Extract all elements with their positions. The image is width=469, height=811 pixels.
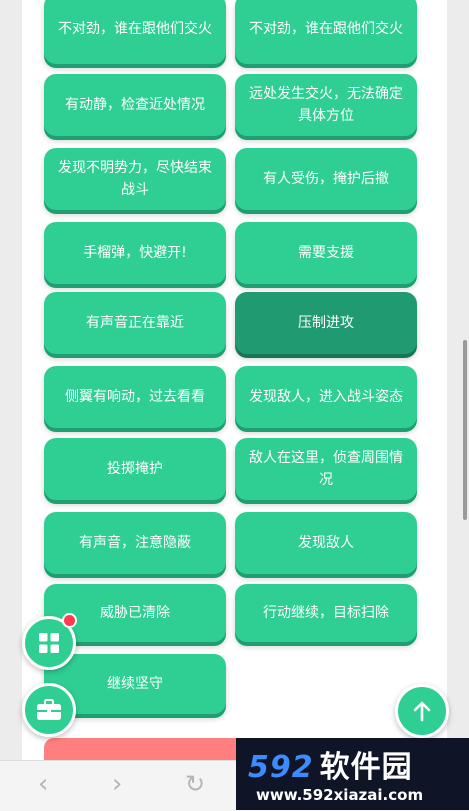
phrase-button[interactable]: 手榴弹，快避开!	[44, 222, 226, 284]
app-page: 不对劲，谁在跟他们交火 不对劲，谁在跟他们交火 有动静，检查近处情况 远处发生交…	[0, 0, 469, 811]
phrase-button[interactable]: 投掷掩护	[44, 438, 226, 500]
arrow-up-icon	[413, 701, 431, 722]
phrase-button[interactable]: 有动静，检查近处情况	[44, 74, 226, 136]
phrase-button[interactable]: 发现敌人	[235, 512, 417, 574]
phrase-label: 远处发生交火，无法确定具体方位	[249, 86, 403, 124]
phrase-label: 侧翼有响动，过去看看	[65, 389, 205, 405]
phrase-label: 发现敌人，进入战斗姿态	[249, 389, 403, 405]
phrase-label: 手榴弹，快避开!	[83, 245, 187, 261]
phrase-button[interactable]: 有人受伤，掩护后撤	[235, 148, 417, 210]
phrase-label: 压制进攻	[298, 315, 354, 331]
phrase-label: 有声音正在靠近	[86, 315, 184, 331]
scroll-top-fab[interactable]	[395, 684, 449, 738]
phrase-button[interactable]: 有声音正在靠近	[44, 292, 226, 354]
phrase-label: 有人受伤，掩护后撤	[263, 171, 389, 187]
phrase-label: 继续坚守	[107, 676, 163, 692]
phrase-button-active[interactable]: 压制进攻	[235, 292, 417, 354]
phrase-label: 不对劲，谁在跟他们交火	[249, 21, 403, 37]
toolbox-fab[interactable]	[22, 683, 76, 737]
refresh-icon[interactable]: ↻	[185, 771, 205, 797]
toolbox-icon	[37, 699, 61, 720]
forward-icon[interactable]: ›	[112, 771, 122, 797]
phrase-label: 投掷掩护	[107, 461, 163, 477]
phrase-label: 敌人在这里，侦查周围情况	[249, 450, 403, 488]
phrase-label: 发现不明势力，尽快结束战斗	[58, 160, 212, 198]
watermark-name: 软件园	[319, 750, 413, 785]
phrase-label: 有声音，注意隐蔽	[79, 535, 191, 551]
phrase-button[interactable]: 有声音，注意隐蔽	[44, 512, 226, 574]
grid-icon	[39, 633, 59, 653]
back-icon[interactable]: ‹	[38, 771, 48, 797]
watermark-url: www.592xiazai.com	[256, 786, 424, 804]
phrase-label: 不对劲，谁在跟他们交火	[58, 21, 212, 37]
phrase-button[interactable]: 不对劲，谁在跟他们交火	[235, 0, 417, 64]
watermark-number: 592	[248, 750, 314, 785]
phrase-button[interactable]: 发现敌人，进入战斗姿态	[235, 366, 417, 428]
phrase-button[interactable]: 侧翼有响动，过去看看	[44, 366, 226, 428]
phrase-label: 有动静，检查近处情况	[65, 97, 205, 113]
scrollbar[interactable]	[463, 340, 467, 520]
phrase-label: 威胁已清除	[100, 605, 170, 621]
phrase-button[interactable]: 远处发生交火，无法确定具体方位	[235, 74, 417, 136]
phrase-button[interactable]: 需要支援	[235, 222, 417, 284]
phrase-label: 发现敌人	[298, 535, 354, 551]
phrase-button[interactable]: 敌人在这里，侦查周围情况	[235, 438, 417, 500]
phrase-label: 行动继续，目标扫除	[263, 605, 389, 621]
phrase-button[interactable]: 发现不明势力，尽快结束战斗	[44, 148, 226, 210]
notification-badge	[62, 613, 77, 628]
phrase-label: 需要支援	[298, 245, 354, 261]
phrase-button[interactable]: 不对劲，谁在跟他们交火	[44, 0, 226, 64]
phrase-button[interactable]: 行动继续，目标扫除	[235, 584, 417, 642]
watermark: 592 软件园 www.592xiazai.com	[236, 738, 469, 810]
watermark-brand: 592 软件园	[248, 742, 413, 786]
bottom-action-strip[interactable]	[44, 738, 244, 760]
